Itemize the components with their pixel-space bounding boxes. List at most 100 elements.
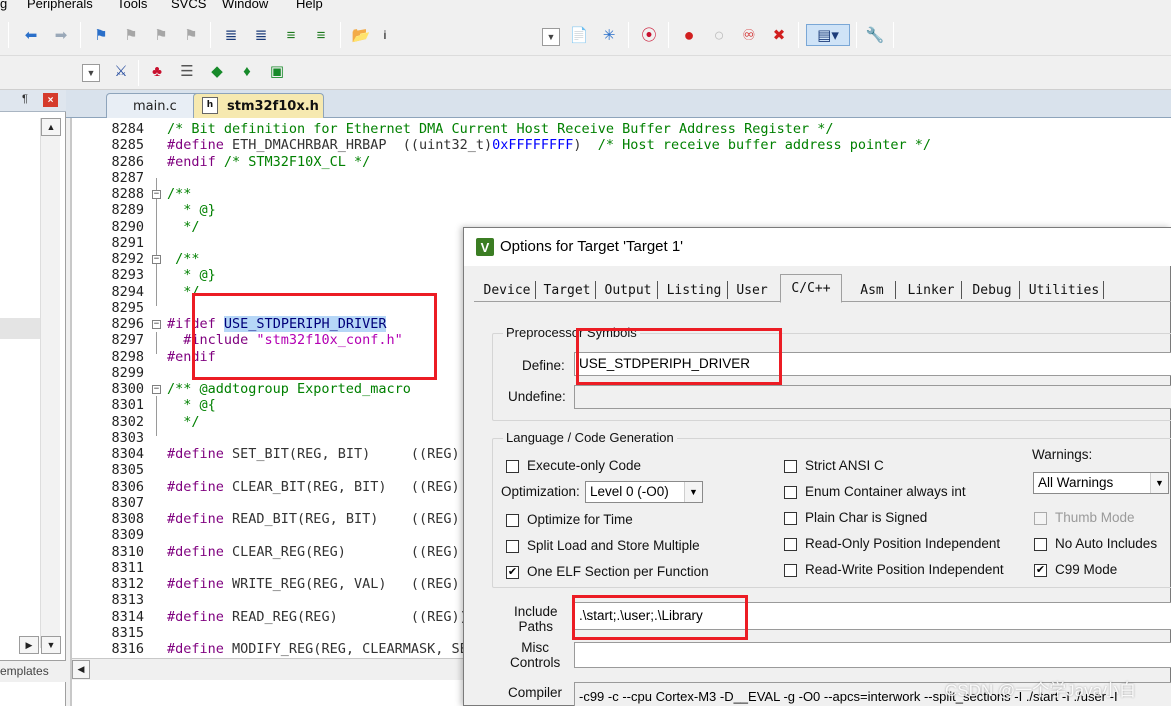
run-time-environment-icon[interactable]: ◆ — [206, 60, 228, 82]
tab-stm32f10x-h[interactable]: h stm32f10x.h — [193, 93, 324, 118]
line-number: 8296 — [111, 316, 144, 332]
code-line[interactable]: 8288−/** — [72, 186, 1171, 202]
execute-only-code-checkbox[interactable] — [506, 460, 519, 473]
plain-char-signed-checkbox[interactable] — [784, 512, 797, 525]
menu-item-svcs[interactable]: SVCS — [171, 0, 206, 11]
scroll-up-icon[interactable]: ▲ — [41, 118, 61, 136]
code-line[interactable]: 8284 /* Bit definition for Ethernet DMA C… — [72, 121, 1171, 137]
code-line[interactable]: 8286 #endif /* STM32F10X_CL */ — [72, 154, 1171, 170]
tab-asm[interactable]: Asm — [850, 278, 896, 302]
tab-user[interactable]: User — [732, 278, 772, 302]
disable-breakpoints-icon[interactable]: ♾ — [738, 24, 760, 46]
tab-stm32f10x-h-label: stm32f10x.h — [227, 98, 319, 114]
bookmark-icon[interactable]: ⚑ — [90, 24, 112, 46]
enum-container-int-checkbox[interactable] — [784, 486, 797, 499]
scroll-left-icon[interactable]: ◀ — [72, 660, 90, 679]
file-extensions-icon[interactable]: ☰ — [176, 60, 198, 82]
select-packs-icon[interactable]: ▣ — [266, 60, 288, 82]
rw-position-independent-checkbox[interactable] — [784, 564, 797, 577]
target-options-icon[interactable]: ⚔ — [110, 60, 132, 82]
code-line[interactable]: 8289 * @} — [72, 202, 1171, 218]
line-number: 8314 — [111, 608, 144, 625]
project-panel-scrollbar[interactable]: ▲ ▶ ▼ — [19, 118, 61, 654]
target-dropdown-icon[interactable]: ▼ — [542, 28, 560, 46]
pack-installer-icon[interactable]: ♦ — [236, 60, 258, 82]
navigate-back-icon[interactable]: ⬅ — [20, 24, 42, 46]
split-load-store-checkbox[interactable] — [506, 540, 519, 553]
highlight-box-ifdef — [192, 293, 437, 380]
header-file-icon: h — [202, 97, 218, 114]
code-text: /** @addtogroup Exported_macro — [167, 381, 411, 397]
warnings-select-value: All Warnings — [1038, 475, 1114, 490]
manage-project-items-icon[interactable]: ♣ — [146, 60, 168, 82]
prev-bookmark-icon[interactable]: ⚑ — [120, 24, 142, 46]
indent-icon[interactable]: ≣ — [220, 24, 242, 46]
scroll-down-icon[interactable]: ▼ — [41, 636, 61, 654]
navigate-forward-icon[interactable]: ➡ — [50, 24, 72, 46]
tab-c-cpp[interactable]: C/C++ — [780, 274, 842, 303]
undefine-input[interactable] — [574, 385, 1171, 409]
dialog-tab-bar: Device Target Output Listing User C/C++ … — [474, 274, 1171, 303]
menu-item-window[interactable]: Window — [222, 0, 268, 11]
breakpoint-icon[interactable]: ● — [678, 24, 700, 46]
chevron-down-icon[interactable]: ▼ — [1150, 473, 1168, 493]
c99-mode-checkbox[interactable]: ✔ — [1034, 564, 1047, 577]
clear-bookmarks-icon[interactable]: ⚑ — [180, 24, 202, 46]
optimize-for-time-checkbox[interactable] — [506, 514, 519, 527]
tab-linker[interactable]: Linker — [902, 278, 962, 302]
tab-target[interactable]: Target — [540, 278, 596, 302]
target-select-dropdown-icon[interactable]: ▼ — [82, 64, 100, 82]
toolbar-separator — [210, 22, 211, 48]
editor-tab-bar: main.c h stm32f10x.h — [66, 90, 1171, 118]
tab-debug[interactable]: Debug — [966, 278, 1020, 302]
window-layout-icon[interactable]: ▤▾ — [806, 24, 850, 46]
code-line[interactable]: 8285 #define ETH_DMACHRBAR_HRBAP ((uint32… — [72, 137, 1171, 153]
uncomment-icon[interactable]: ≡ — [310, 24, 332, 46]
warnings-select[interactable]: All Warnings ▼ — [1033, 472, 1169, 494]
next-bookmark-icon[interactable]: ⚑ — [150, 24, 172, 46]
menu-item-tools[interactable]: Tools — [117, 0, 147, 11]
one-elf-section-checkbox[interactable]: ✔ — [506, 566, 519, 579]
fold-toggle-icon[interactable]: − — [152, 385, 161, 394]
editor-horizontal-scrollbar[interactable]: ◀ — [72, 658, 472, 680]
line-number: 8298 — [111, 348, 144, 365]
menu-item-peripherals[interactable]: Peripherals — [27, 0, 93, 11]
line-number: 8308 — [111, 511, 144, 527]
kill-breakpoints-icon[interactable]: ✖ — [768, 24, 790, 46]
start-debug-icon[interactable]: ⦿ — [638, 24, 660, 46]
tab-output[interactable]: Output — [600, 278, 658, 302]
strict-ansi-c-checkbox[interactable] — [784, 460, 797, 473]
close-icon[interactable]: × — [43, 93, 58, 107]
fold-toggle-icon[interactable]: − — [152, 255, 161, 264]
menu-item-help[interactable]: Help — [296, 0, 323, 11]
fold-toggle-icon[interactable]: − — [152, 320, 161, 329]
ro-position-independent-checkbox[interactable] — [784, 538, 797, 551]
scroll-right-icon[interactable]: ▶ — [19, 636, 39, 654]
comment-icon[interactable]: ≡ — [280, 24, 302, 46]
code-line[interactable]: 8287 — [72, 170, 1171, 186]
tab-utilities[interactable]: Utilities — [1026, 278, 1104, 302]
tab-device[interactable]: Device — [480, 278, 536, 302]
tab-listing[interactable]: Listing — [662, 278, 728, 302]
pin-icon[interactable]: ¶ — [22, 93, 28, 105]
code-text: /* Bit definition for Ethernet DMA Curre… — [167, 121, 833, 137]
fold-toggle-icon[interactable]: − — [152, 190, 161, 199]
highlight-box-define — [576, 328, 782, 385]
incremental-find-icon[interactable]: ✳ — [598, 24, 620, 46]
misc-controls-input[interactable] — [574, 642, 1171, 668]
selected-tree-row[interactable] — [0, 318, 40, 339]
build-toolbar: ▼ ⚔ ♣ ☰ ◆ ♦ ▣ — [0, 56, 1171, 90]
open-file-icon[interactable]: 📂 — [350, 24, 372, 46]
toolbar-separator — [893, 22, 894, 48]
chevron-down-icon[interactable]: ▼ — [684, 482, 702, 502]
no-auto-includes-checkbox[interactable] — [1034, 538, 1047, 551]
optimization-select[interactable]: Level 0 (-O0) ▼ — [585, 481, 703, 503]
line-number: 8295 — [111, 299, 144, 316]
find-in-files-icon[interactable]: 📄 — [568, 24, 590, 46]
enable-breakpoint-icon[interactable]: ○ — [708, 24, 730, 46]
unindent-icon[interactable]: ≣ — [250, 24, 272, 46]
code-token: #define — [167, 608, 224, 625]
configure-icon[interactable]: 🔧 — [864, 24, 886, 46]
menu-item-debug[interactable]: g — [0, 0, 7, 11]
templates-tab[interactable]: emplates — [0, 660, 66, 682]
